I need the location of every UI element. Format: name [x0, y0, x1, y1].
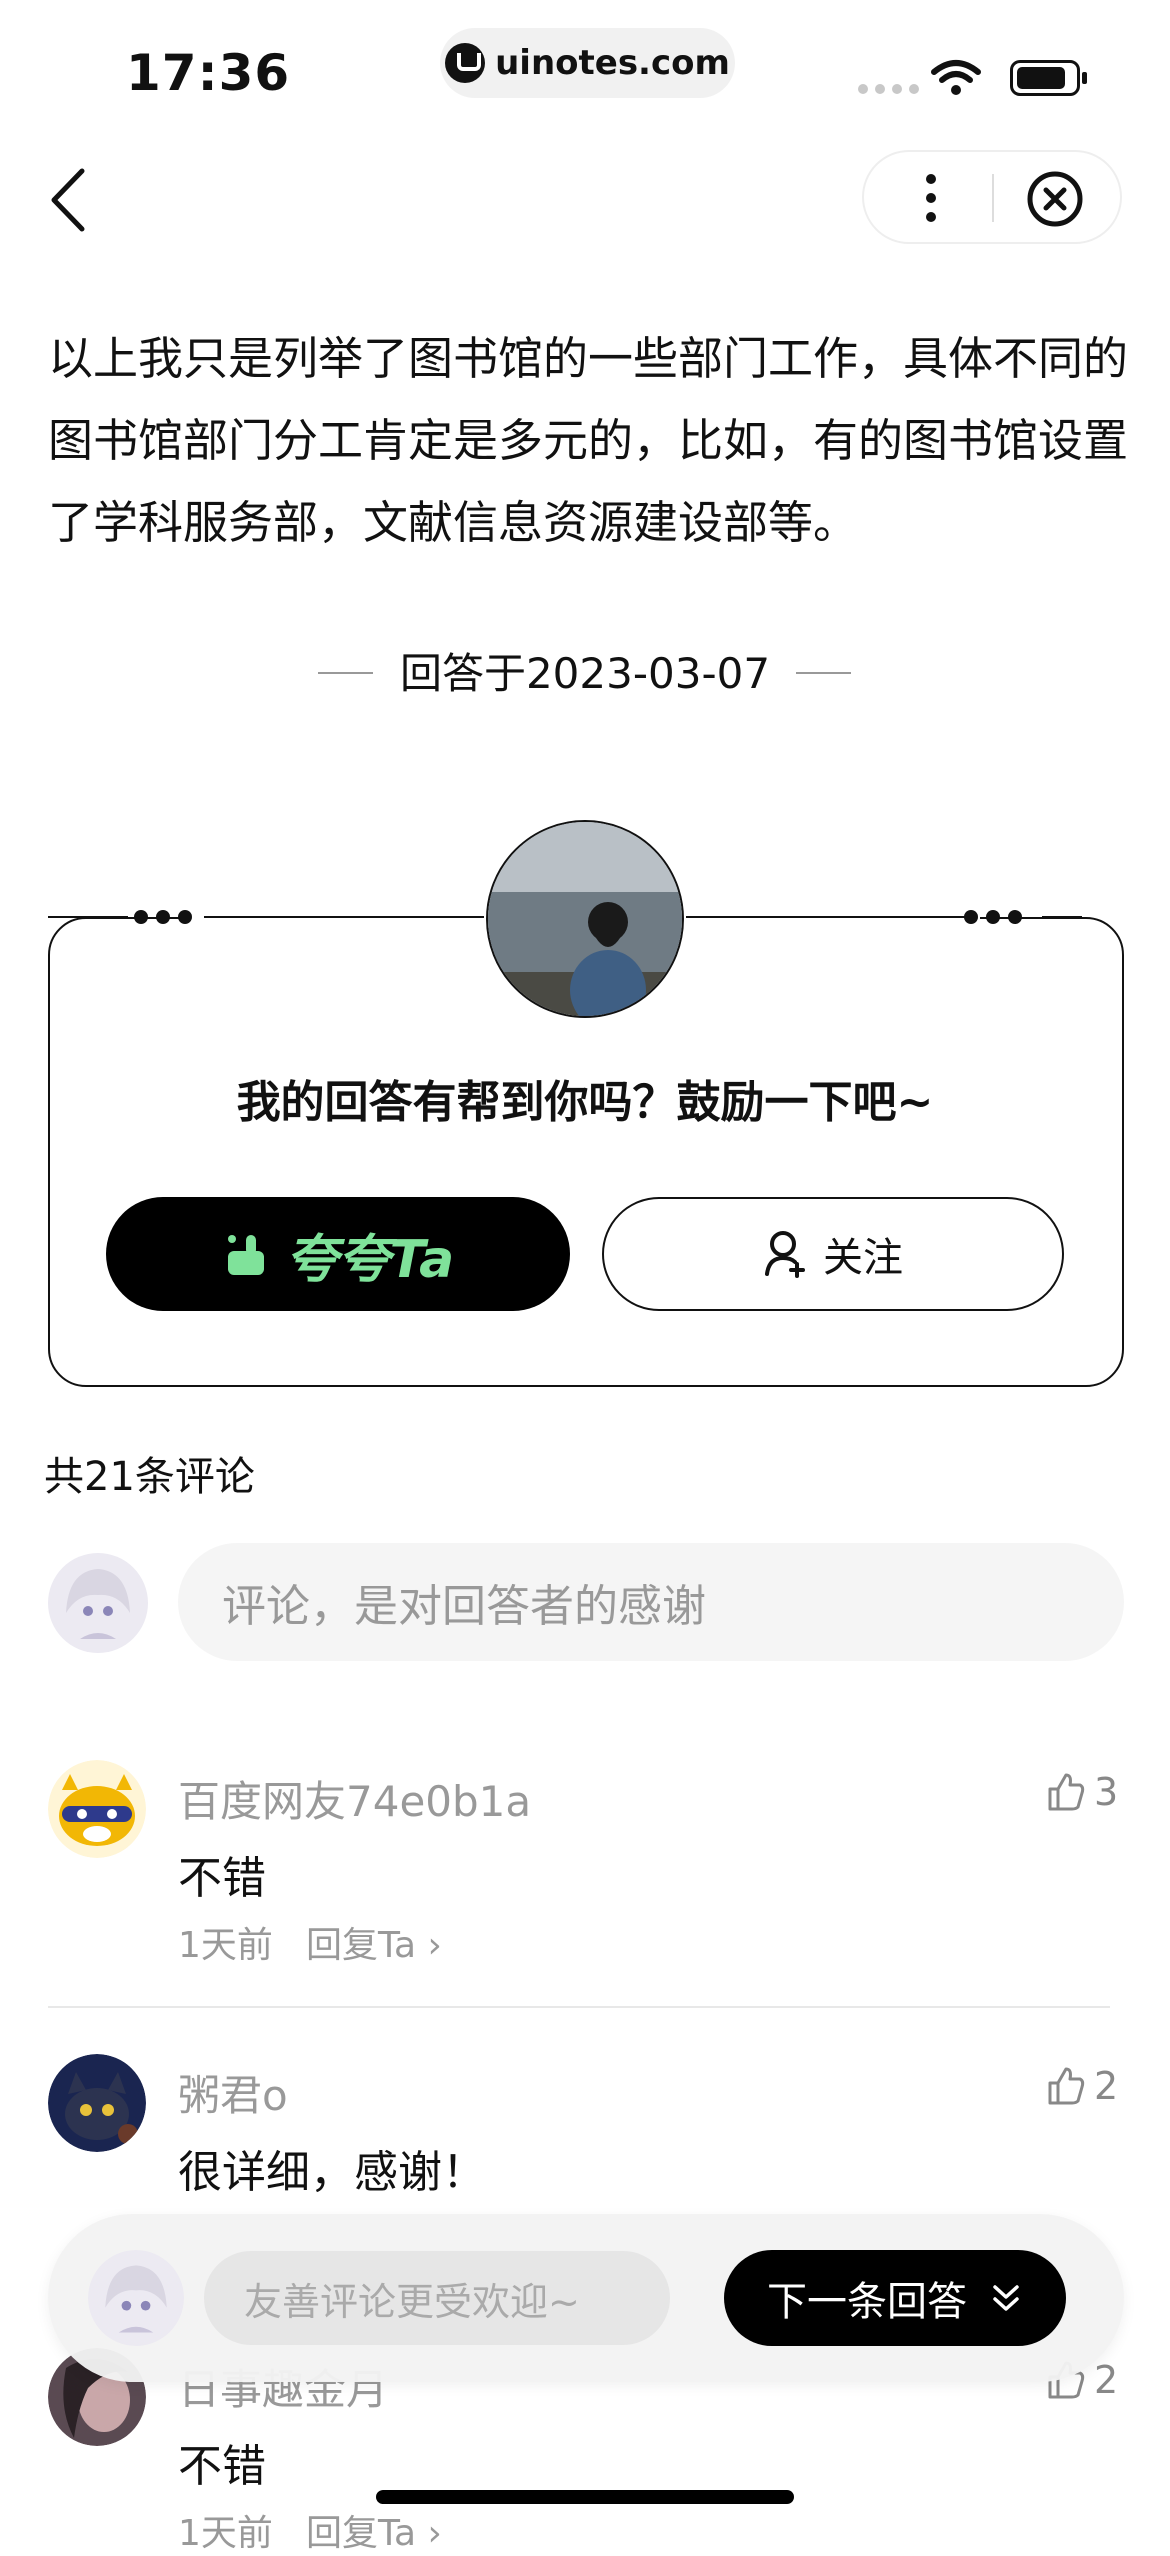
reply-button[interactable]: 回复Ta › [306, 2504, 442, 2556]
answer-body: 以上我只是列举了图书馆的一些部门工作，具体不同的图书馆部门分工肯定是多元的，比如… [48, 332, 1129, 549]
comment-count: 共21条评论 [44, 1454, 255, 1500]
divider [796, 672, 851, 674]
reply-label: 回复Ta [306, 1925, 417, 1966]
comment-text: 很详细，感谢！ [178, 2147, 486, 2198]
next-answer-label: 下一条回答 [767, 2279, 967, 2325]
decor-dots [964, 910, 1022, 924]
encourage-question: 我的回答有帮到你吗？鼓励一下吧~ [236, 1077, 934, 1128]
follow-label: 关注 [823, 1235, 903, 1281]
like-count: 2 [1094, 2064, 1119, 2108]
my-avatar [48, 1553, 148, 1653]
miniapp-capsule [862, 150, 1122, 244]
comment-author[interactable]: 百度网友74e0b1a [178, 1768, 531, 1829]
cellular-signal-icon [858, 84, 919, 94]
thumbs-up-icon [1048, 2067, 1085, 2105]
reply-label: 回复Ta [306, 2513, 417, 2554]
capsule-divider [992, 174, 994, 222]
comment-divider [48, 2006, 1110, 2008]
praise-button[interactable]: 夸夸Ta [106, 1197, 570, 1311]
wifi-icon [931, 60, 981, 95]
quick-comment-input[interactable]: 友善评论更受欢迎~ [204, 2251, 670, 2345]
my-avatar [88, 2250, 184, 2346]
more-icon[interactable] [926, 174, 936, 226]
add-user-icon [765, 1231, 805, 1278]
decor-dots [134, 910, 192, 924]
follow-button[interactable]: 关注 [602, 1197, 1064, 1311]
site-icon [445, 43, 486, 83]
comment-time: 1天前 [178, 1925, 273, 1966]
thumbs-up-icon [1048, 1773, 1085, 1811]
url-pill[interactable]: uinotes.com [440, 28, 735, 98]
commenter-avatar[interactable] [48, 1760, 146, 1858]
comment-text: 不错 [178, 2441, 266, 2492]
back-icon[interactable] [44, 165, 94, 235]
like-button[interactable]: 2 [1046, 2064, 1118, 2108]
double-chevron-down-icon [993, 2285, 1019, 2311]
chevron-right-icon: › [416, 1925, 442, 1966]
comment-input[interactable]: 评论，是对回答者的感谢 [178, 1543, 1124, 1661]
answer-date: 回答于2023-03-07 [399, 649, 771, 698]
reply-button[interactable]: 回复Ta › [306, 1916, 442, 1968]
commenter-avatar[interactable] [48, 2054, 146, 2152]
comment-time: 1天前 [178, 2513, 273, 2554]
like-count: 3 [1094, 1770, 1119, 1814]
comment-author[interactable]: 粥君o [178, 2062, 288, 2123]
thumbs-up-icon [227, 1235, 264, 1275]
battery-icon [1010, 60, 1087, 96]
like-count: 2 [1094, 2358, 1119, 2402]
praise-label: 夸夸Ta [285, 1229, 455, 1290]
url-text: uinotes.com [495, 43, 730, 83]
next-answer-button[interactable]: 下一条回答 [724, 2250, 1066, 2346]
home-indicator [376, 2490, 794, 2504]
answerer-avatar[interactable] [486, 820, 684, 1018]
like-button[interactable]: 3 [1046, 1770, 1118, 1814]
close-icon[interactable] [1026, 170, 1084, 228]
chevron-right-icon: › [416, 2513, 442, 2554]
status-time: 17:36 [126, 44, 291, 102]
comment-text: 不错 [178, 1853, 266, 1904]
